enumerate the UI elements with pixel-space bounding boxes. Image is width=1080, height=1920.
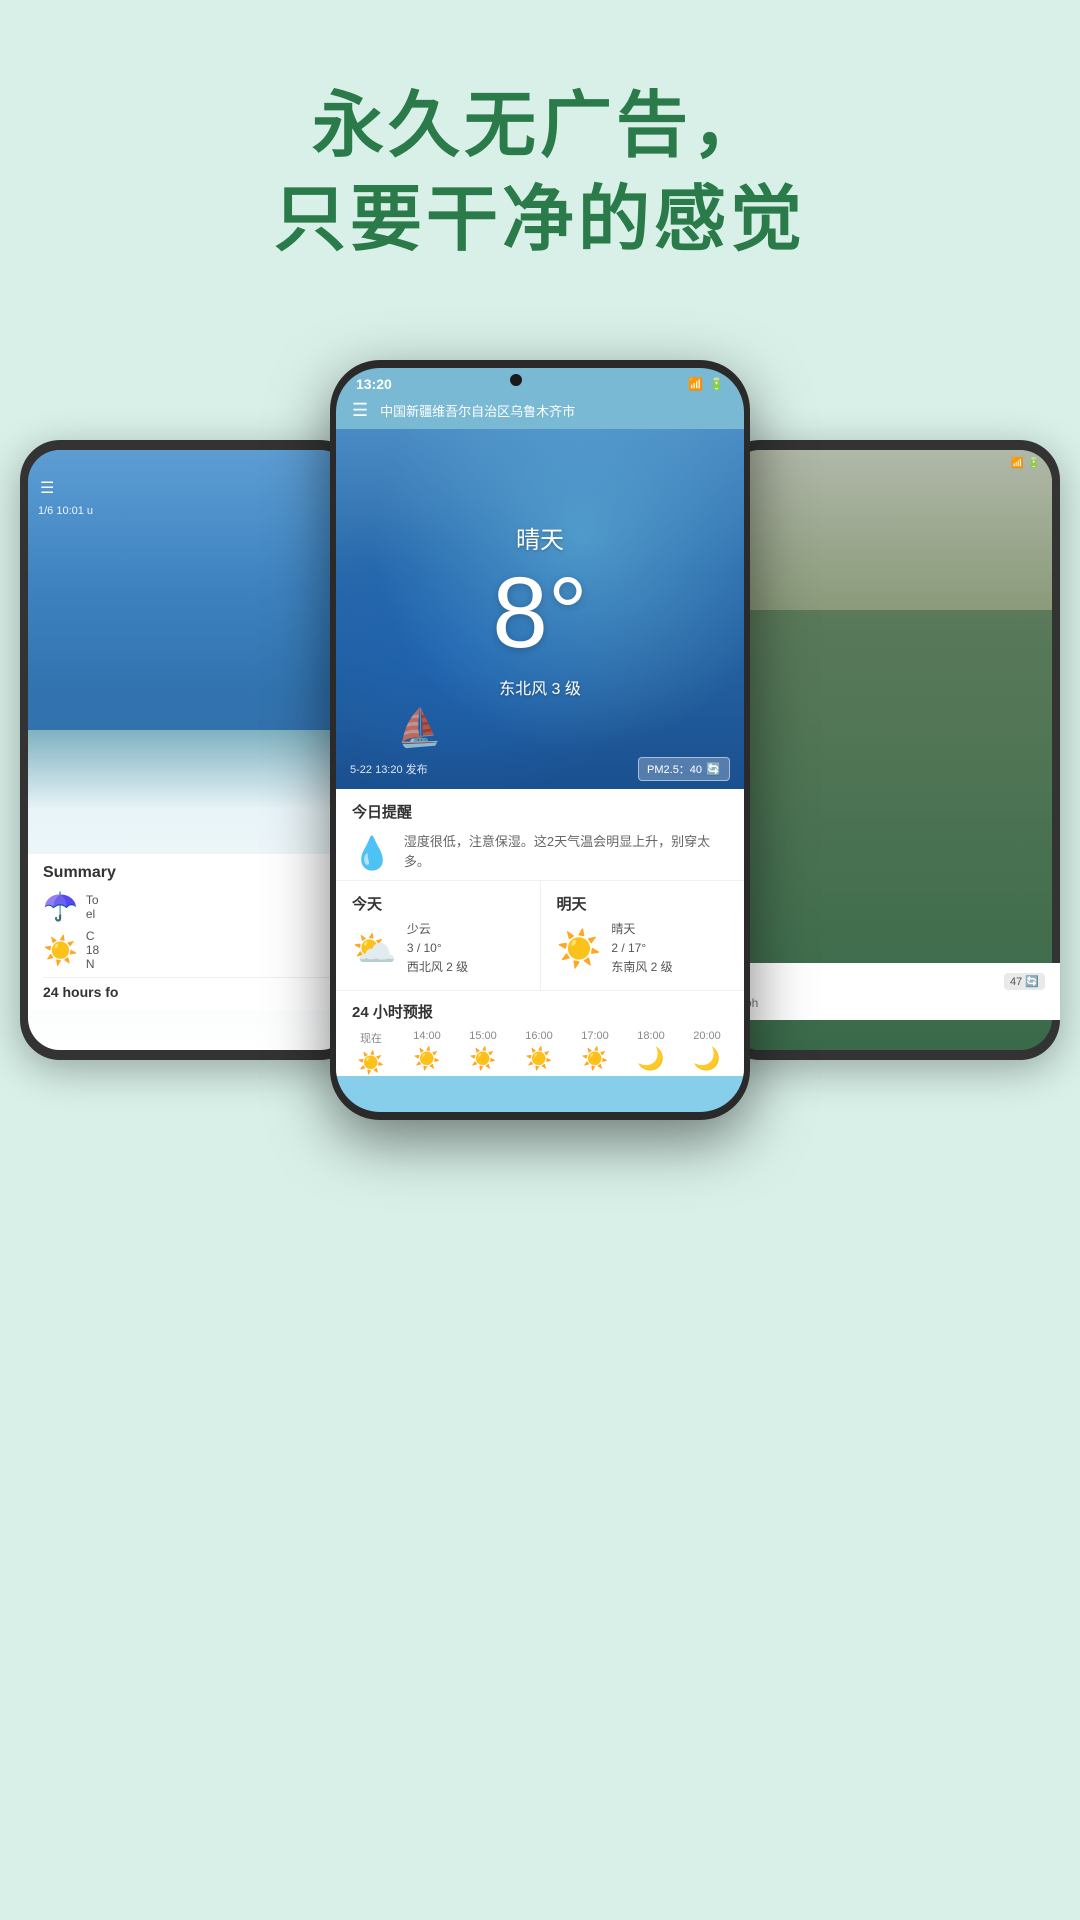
hourly-item-1: 14:00 ☀️ [402, 1030, 452, 1076]
hourly-icon-5: 🌙 [637, 1046, 664, 1072]
left-18-text: 18 [86, 943, 99, 957]
left-today-label: To [86, 893, 99, 907]
hourly-item-3: 16:00 ☀️ [514, 1030, 564, 1076]
status-icons: 📶 🔋 [688, 377, 724, 391]
pm25-badge: PM2.5：40 🔄 [638, 757, 730, 781]
phone-left-bottom: Summary ☂️ To el ☀️ C 18 N 24 ho [28, 854, 352, 1010]
left-24h-label: 24 hours fo [43, 977, 337, 1000]
left-sun-row: ☀️ C 18 N [43, 929, 337, 971]
weather-wind: 东北风 3 级 [499, 675, 581, 699]
headline-line2: 只要干净的感觉 [0, 174, 1080, 268]
phone-main-screen: 13:20 📶 🔋 ☰ 中国新疆维吾尔自治区乌鲁木齐市 ⛵ 晴天 8° 东北风 … [336, 368, 744, 1112]
hourly-time-1: 14:00 [413, 1030, 441, 1042]
phone-left-screen: 1/6 10:01 u ☰ Summary ☂️ To el ☀️ C 18 [28, 450, 352, 1050]
boat-icon: ⛵ [394, 705, 442, 751]
today-wind: 西北风 2 级 [407, 958, 468, 977]
menu-icon[interactable]: ☰ [352, 400, 368, 421]
right-badge: 47 🔄 [1004, 973, 1045, 990]
hourly-item-6: 20:00 🌙 [682, 1030, 732, 1076]
hourly-section: 24 小时预报 现在 ☀️ 14:00 ☀️ 15:00 ☀️ [336, 991, 744, 1076]
left-umbrella-row: ☂️ To el [43, 890, 337, 923]
pm25-text: PM2.5：40 [647, 761, 702, 777]
tomorrow-weather-row: ☀️ 晴天 2 / 17° 东南风 2 级 [557, 920, 729, 978]
bottom-panel: 今日提醒 💧 湿度很低，注意保湿。这2天气温会明显上升，别穿太多。 今天 ⛅ 少… [336, 789, 744, 1076]
tomorrow-condition: 晴天 [611, 920, 672, 939]
today-icon: ⛅ [352, 928, 397, 970]
tomorrow-details: 晴天 2 / 17° 东南风 2 级 [611, 920, 672, 978]
hourly-item-4: 17:00 ☀️ [570, 1030, 620, 1076]
hourly-icon-1: ☀️ [413, 1046, 440, 1072]
hourly-time-0: 现在 [360, 1030, 382, 1046]
hourly-item-2: 15:00 ☀️ [458, 1030, 508, 1076]
status-time: 13:20 [356, 376, 392, 392]
hourly-row: 现在 ☀️ 14:00 ☀️ 15:00 ☀️ 16:00 [336, 1030, 744, 1076]
weather-footer: 5-22 13:20 发布 PM2.5：40 🔄 [336, 749, 744, 789]
hourly-time-2: 15:00 [469, 1030, 497, 1042]
phones-container: 1/6 10:01 u ☰ Summary ☂️ To el ☀️ C 18 [0, 360, 1080, 1920]
wifi-icon: 📶 [688, 377, 703, 391]
left-el-text: el [86, 907, 99, 921]
phone-right-screen: 📶 🔋 [728, 450, 1052, 1050]
today-temp: 3 / 10° [407, 939, 468, 958]
publish-time: 5-22 13:20 发布 [350, 761, 428, 777]
hourly-icon-3: ☀️ [525, 1046, 552, 1072]
left-c-text: C [86, 929, 99, 943]
headline-line1: 永久无广告， [0, 80, 1080, 174]
phone-right-bottom: w 47 🔄 mph [720, 963, 1060, 1020]
hourly-time-4: 17:00 [581, 1030, 609, 1042]
today-condition: 少云 [407, 920, 468, 939]
hourly-icon-6: 🌙 [693, 1046, 720, 1072]
left-n-text: N [86, 957, 99, 971]
location-text: 中国新疆维吾尔自治区乌鲁木齐市 [380, 401, 575, 420]
reminder-text: 湿度很低，注意保湿。这2天气温会明显上升，别穿太多。 [404, 832, 728, 871]
drop-icon: 💧 [352, 834, 392, 872]
tomorrow-wind: 东南风 2 级 [611, 958, 672, 977]
tomorrow-label: 明天 [557, 893, 729, 914]
hourly-icon-4: ☀️ [581, 1046, 608, 1072]
tomorrow-temp: 2 / 17° [611, 939, 672, 958]
left-menu-icon: ☰ [40, 478, 54, 498]
right-mph-label: mph [735, 996, 1045, 1010]
today-details: 少云 3 / 10° 西北风 2 级 [407, 920, 468, 978]
hourly-time-3: 16:00 [525, 1030, 553, 1042]
battery-icon: 🔋 [709, 377, 724, 391]
weather-temperature: 8° [492, 563, 588, 663]
phone-camera [510, 374, 522, 386]
hourly-time-5: 18:00 [637, 1030, 665, 1042]
tomorrow-icon: ☀️ [557, 928, 602, 970]
left-sun-icon: ☀️ [43, 934, 78, 967]
reminder-row: 💧 湿度很低，注意保湿。这2天气温会明显上升，别穿太多。 [352, 832, 728, 872]
hourly-item-0: 现在 ☀️ [346, 1030, 396, 1076]
status-bar: 13:20 📶 🔋 [336, 368, 744, 396]
reminder-title: 今日提醒 [352, 801, 728, 822]
today-weather-row: ⛅ 少云 3 / 10° 西北风 2 级 [352, 920, 524, 978]
hourly-title: 24 小时预报 [336, 1001, 744, 1030]
hourly-time-6: 20:00 [693, 1030, 721, 1042]
forecast-today: 今天 ⛅ 少云 3 / 10° 西北风 2 级 [336, 881, 541, 990]
today-label: 今天 [352, 893, 524, 914]
weather-header: ☰ 中国新疆维吾尔自治区乌鲁木齐市 [336, 396, 744, 429]
forecast-tomorrow: 明天 ☀️ 晴天 2 / 17° 东南风 2 级 [541, 881, 745, 990]
left-date-badge: 1/6 10:01 u [38, 505, 93, 517]
left-summary-label: Summary [43, 864, 337, 882]
umbrella-icon: ☂️ [43, 890, 78, 923]
phone-left: 1/6 10:01 u ☰ Summary ☂️ To el ☀️ C 18 [20, 440, 360, 1060]
headline-section: 永久无广告， 只要干净的感觉 [0, 0, 1080, 267]
forecast-row: 今天 ⛅ 少云 3 / 10° 西北风 2 级 明天 [336, 881, 744, 991]
today-reminder: 今日提醒 💧 湿度很低，注意保湿。这2天气温会明显上升，别穿太多。 [336, 789, 744, 881]
refresh-icon[interactable]: 🔄 [706, 762, 721, 776]
hourly-item-5: 18:00 🌙 [626, 1030, 676, 1076]
hourly-icon-0: ☀️ [357, 1050, 384, 1076]
hourly-icon-2: ☀️ [469, 1046, 496, 1072]
phone-right: 📶 🔋 w 47 🔄 mph [720, 440, 1060, 1060]
weather-background: ⛵ 晴天 8° 东北风 3 级 5-22 13:20 发布 PM2.5：40 🔄 [336, 429, 744, 789]
phone-main: 13:20 📶 🔋 ☰ 中国新疆维吾尔自治区乌鲁木齐市 ⛵ 晴天 8° 东北风 … [330, 360, 750, 1120]
weather-condition: 晴天 [516, 520, 564, 555]
